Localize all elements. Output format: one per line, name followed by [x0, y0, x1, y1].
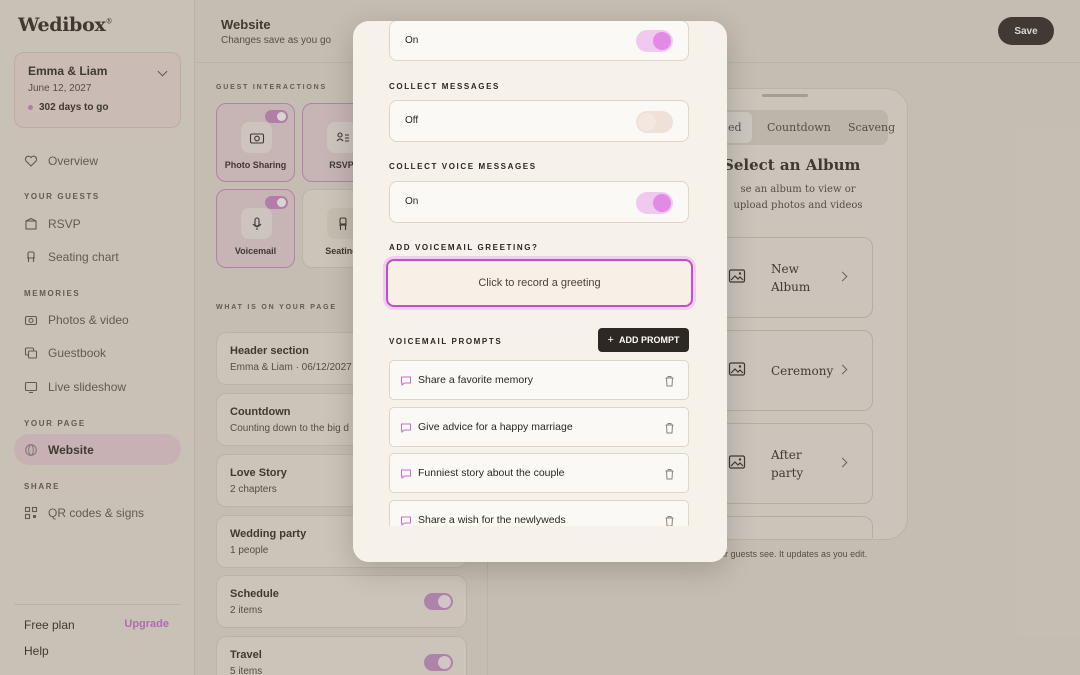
speech-bubble-icon [400, 374, 412, 392]
collect-messages-field: Off [389, 100, 689, 142]
collect-voice-field: On [389, 181, 689, 223]
prompt-text: Funniest story about the couple [418, 467, 565, 479]
speech-bubble-icon [400, 467, 412, 485]
setting-value: On [405, 196, 419, 207]
voicemail-prompts-label: VOICEMAIL PROMPTS [389, 337, 503, 346]
trash-icon[interactable] [664, 467, 675, 485]
record-greeting-button[interactable]: Click to record a greeting [386, 259, 693, 307]
modal-footer-fade [353, 526, 727, 562]
setting-top-field: On [389, 21, 689, 61]
collect-voice-toggle[interactable] [636, 192, 673, 214]
setting-value: Off [405, 115, 419, 126]
greeting-label: ADD VOICEMAIL GREETING? [389, 243, 539, 252]
setting-toggle[interactable] [636, 30, 673, 52]
trash-icon[interactable] [664, 421, 675, 439]
trash-icon[interactable] [664, 374, 675, 392]
prompt-item[interactable]: Funniest story about the couple [389, 453, 689, 493]
collect-messages-toggle[interactable] [636, 111, 673, 133]
voicemail-settings-modal: On COLLECT MESSAGES Off COLLECT VOICE ME… [353, 21, 727, 562]
plus-icon: + [607, 334, 614, 346]
prompt-text: Share a favorite memory [418, 374, 533, 386]
prompt-text: Share a wish for the newlyweds [418, 514, 566, 526]
prompt-item[interactable]: Give advice for a happy marriage [389, 407, 689, 447]
setting-value: On [405, 35, 419, 46]
prompt-item[interactable]: Share a favorite memory [389, 360, 689, 400]
add-prompt-button[interactable]: + ADD PROMPT [598, 328, 689, 352]
prompt-text: Give advice for a happy marriage [418, 421, 573, 433]
collect-messages-label: COLLECT MESSAGES [389, 82, 500, 91]
speech-bubble-icon [400, 421, 412, 439]
collect-voice-label: COLLECT VOICE MESSAGES [389, 162, 537, 171]
